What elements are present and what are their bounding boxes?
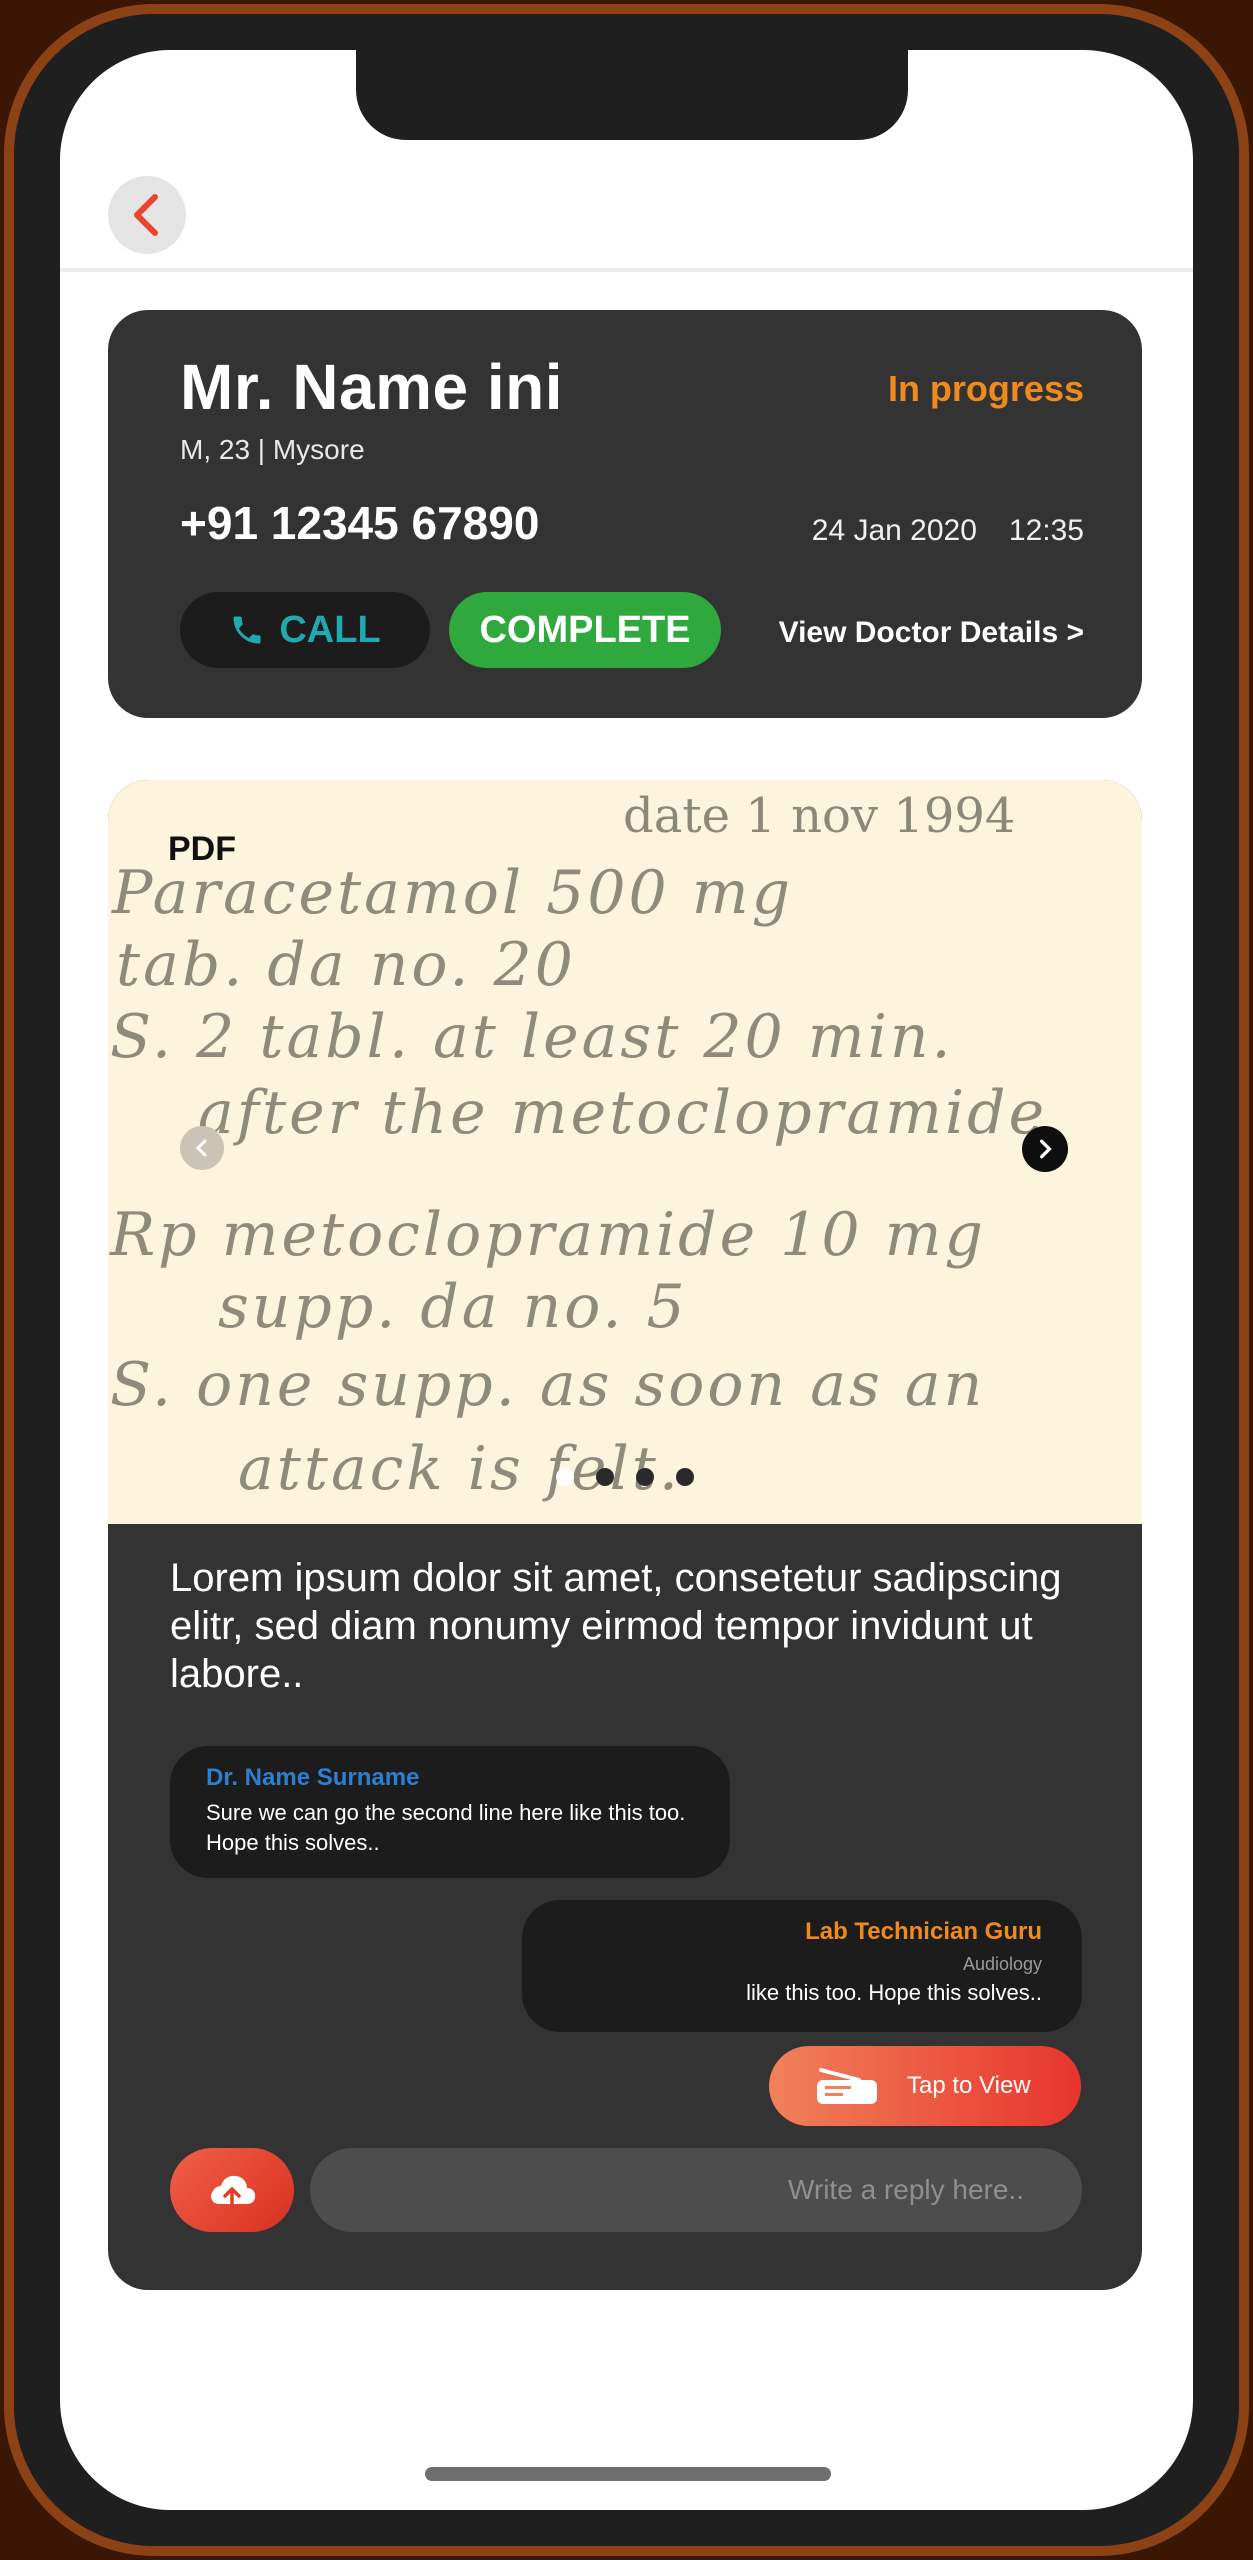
call-button[interactable]: CALL [180,592,430,668]
complete-button[interactable]: COMPLETE [449,592,721,668]
header-divider [60,268,1193,272]
message-sender: Lab Technician Guru [805,1918,1042,1945]
patient-meta: M, 23 | Mysore [180,434,365,465]
chevron-left-icon [134,194,158,236]
reply-input[interactable]: Write a reply here.. [310,2148,1082,2232]
call-label: CALL [279,608,381,651]
scanner-icon [815,2066,879,2106]
message-text: Sure we can go the second line here like… [206,1800,686,1855]
patient-info-card: Mr. Name ini M, 23 | Mysore In progress … [108,310,1142,718]
previous-page-button[interactable] [180,1126,224,1170]
tap-to-view-label: Tap to View [907,2072,1031,2099]
prescription-line: Paracetamol 500 mg [112,858,794,928]
phone-icon [233,616,261,644]
message-sender: Dr. Name Surname [206,1764,420,1791]
chevron-left-icon [195,1139,207,1157]
cloud-upload-icon [211,2175,256,2208]
patient-phone: +91 12345 67890 [180,497,540,549]
page-dot[interactable] [596,1468,614,1486]
appointment-date: 24 Jan 2020 [811,514,977,547]
prescription-line: Rp metoclopramide 10 mg [110,1200,986,1270]
prescription-line: S. 2 tabl. at least 20 min. [110,1002,954,1072]
next-page-button[interactable] [1022,1126,1068,1172]
page-indicator [556,1468,694,1486]
page-dot[interactable] [556,1468,574,1486]
message-sender-role: Audiology [962,1954,1042,1974]
tap-to-view-button[interactable]: Tap to View [769,2046,1081,2126]
prescription-image[interactable]: date 1 nov 1994 PDF Paracetamol 500 mg t… [108,780,1142,1524]
chevron-right-icon [1040,1139,1052,1159]
patient-name: Mr. Name ini [180,351,563,423]
message-bubble-lab-technician: Lab Technician Guru Audiology like this … [522,1900,1082,2032]
document-description: Lorem ipsum dolor sit amet, consetetur s… [170,1556,1062,1696]
prescription-line: S. one supp. as soon as an [110,1350,986,1420]
status-badge: In progress [887,368,1084,409]
prescription-line: after the metoclopramide [198,1078,1048,1148]
appointment-time: 12:35 [1008,514,1084,547]
prescription-date: date 1 nov 1994 [623,788,1016,844]
view-doctor-details-link[interactable]: View Doctor Details > [779,616,1084,650]
home-indicator [425,2467,831,2481]
page-dot[interactable] [676,1468,694,1486]
page-dot[interactable] [636,1468,654,1486]
appointment-datetime: 24 Jan 2020 12:35 [812,514,1084,548]
prescription-line: tab. da no. 20 [116,930,576,1000]
document-card: date 1 nov 1994 PDF Paracetamol 500 mg t… [108,780,1142,2290]
back-button[interactable] [108,176,186,254]
upload-button[interactable] [170,2148,294,2232]
device-notch [356,50,908,140]
message-bubble-doctor: Dr. Name Surname Sure we can go the seco… [170,1746,730,1878]
prescription-line: supp. da no. 5 [218,1272,688,1342]
message-text: like this too. Hope this solves.. [746,1980,1042,2005]
